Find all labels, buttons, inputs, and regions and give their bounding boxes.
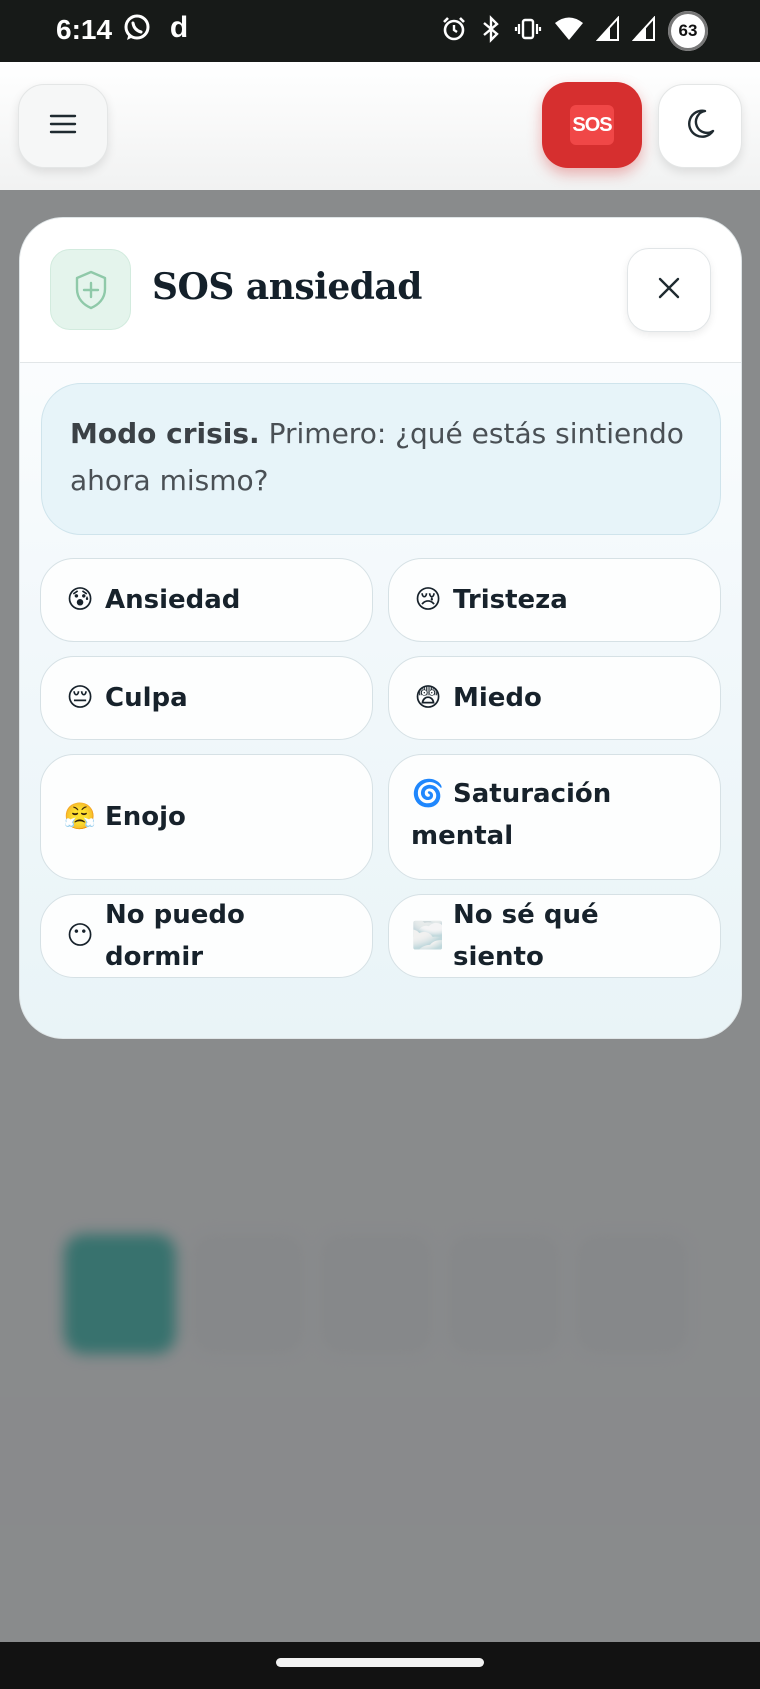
vibrate-icon: [514, 15, 542, 47]
close-icon: [656, 275, 682, 305]
shield-plus-icon: [50, 249, 131, 330]
sos-modal: SOS ansiedad Modo crisis. Primero: ¿qué …: [19, 217, 742, 1039]
pensive-face-icon: 😔: [66, 683, 94, 713]
status-time: 6:14: [56, 14, 113, 45]
alarm-icon: [440, 15, 468, 47]
battery-indicator: 63: [668, 11, 708, 51]
option-enojo[interactable]: 😤 Enojo: [40, 754, 373, 880]
sos-badge: SOS: [570, 105, 614, 145]
option-ansiedad[interactable]: 😰 Ansiedad: [40, 558, 373, 642]
app-topbar: SOS: [0, 62, 760, 190]
option-no-se-que-siento[interactable]: 🌫️ No sé qué siento: [388, 894, 721, 978]
option-label: Culpa: [105, 683, 188, 713]
option-label: 🌀 Saturación mental: [411, 773, 651, 857]
option-saturacion-mental[interactable]: 🌀 Saturación mental: [388, 754, 721, 880]
signal-icon: [631, 15, 656, 46]
option-label: Ansiedad: [105, 585, 241, 615]
hamburger-menu-icon: [48, 112, 78, 140]
option-label: No puedo dormir: [105, 900, 245, 972]
d-app-icon: d: [169, 11, 189, 44]
option-label: Enojo: [105, 802, 186, 832]
option-label: Miedo: [453, 683, 542, 713]
anxious-face-icon: 😰: [66, 585, 94, 615]
status-bar: 6:14 d 63: [0, 0, 760, 62]
fearful-face-icon: 😨: [414, 683, 442, 713]
steam-face-icon: 😤: [63, 802, 97, 832]
system-nav-bar: [0, 1642, 760, 1689]
signal-icon: [595, 15, 620, 46]
crisis-intro: Modo crisis. Primero: ¿qué estás sintien…: [41, 383, 721, 535]
theme-toggle-button[interactable]: [658, 84, 742, 168]
modal-header: SOS ansiedad: [20, 218, 741, 363]
menu-button[interactable]: [18, 84, 108, 168]
option-miedo[interactable]: 😨 Miedo: [388, 656, 721, 740]
home-gesture-bar[interactable]: [276, 1658, 484, 1667]
no-mouth-face-icon: 😶: [66, 921, 94, 951]
moon-icon: [683, 107, 717, 145]
cyclone-icon: 🌀: [411, 779, 445, 809]
sos-button[interactable]: SOS: [542, 82, 642, 168]
intro-bold: Modo crisis.: [70, 417, 260, 450]
option-label: No sé qué siento: [453, 900, 599, 972]
option-label: Tristeza: [453, 585, 568, 615]
fog-icon: 🌫️: [411, 921, 445, 951]
whatsapp-icon: [122, 13, 152, 43]
option-no-puedo-dormir[interactable]: 😶 No puedo dormir: [40, 894, 373, 978]
option-tristeza[interactable]: 😢 Tristeza: [388, 558, 721, 642]
wifi-icon: [554, 16, 584, 46]
bluetooth-icon: [480, 15, 502, 47]
status-icons: 63: [440, 10, 708, 52]
crying-face-icon: 😢: [414, 585, 442, 615]
option-culpa[interactable]: 😔 Culpa: [40, 656, 373, 740]
modal-title: SOS ansiedad: [152, 266, 422, 308]
close-button[interactable]: [627, 248, 711, 332]
